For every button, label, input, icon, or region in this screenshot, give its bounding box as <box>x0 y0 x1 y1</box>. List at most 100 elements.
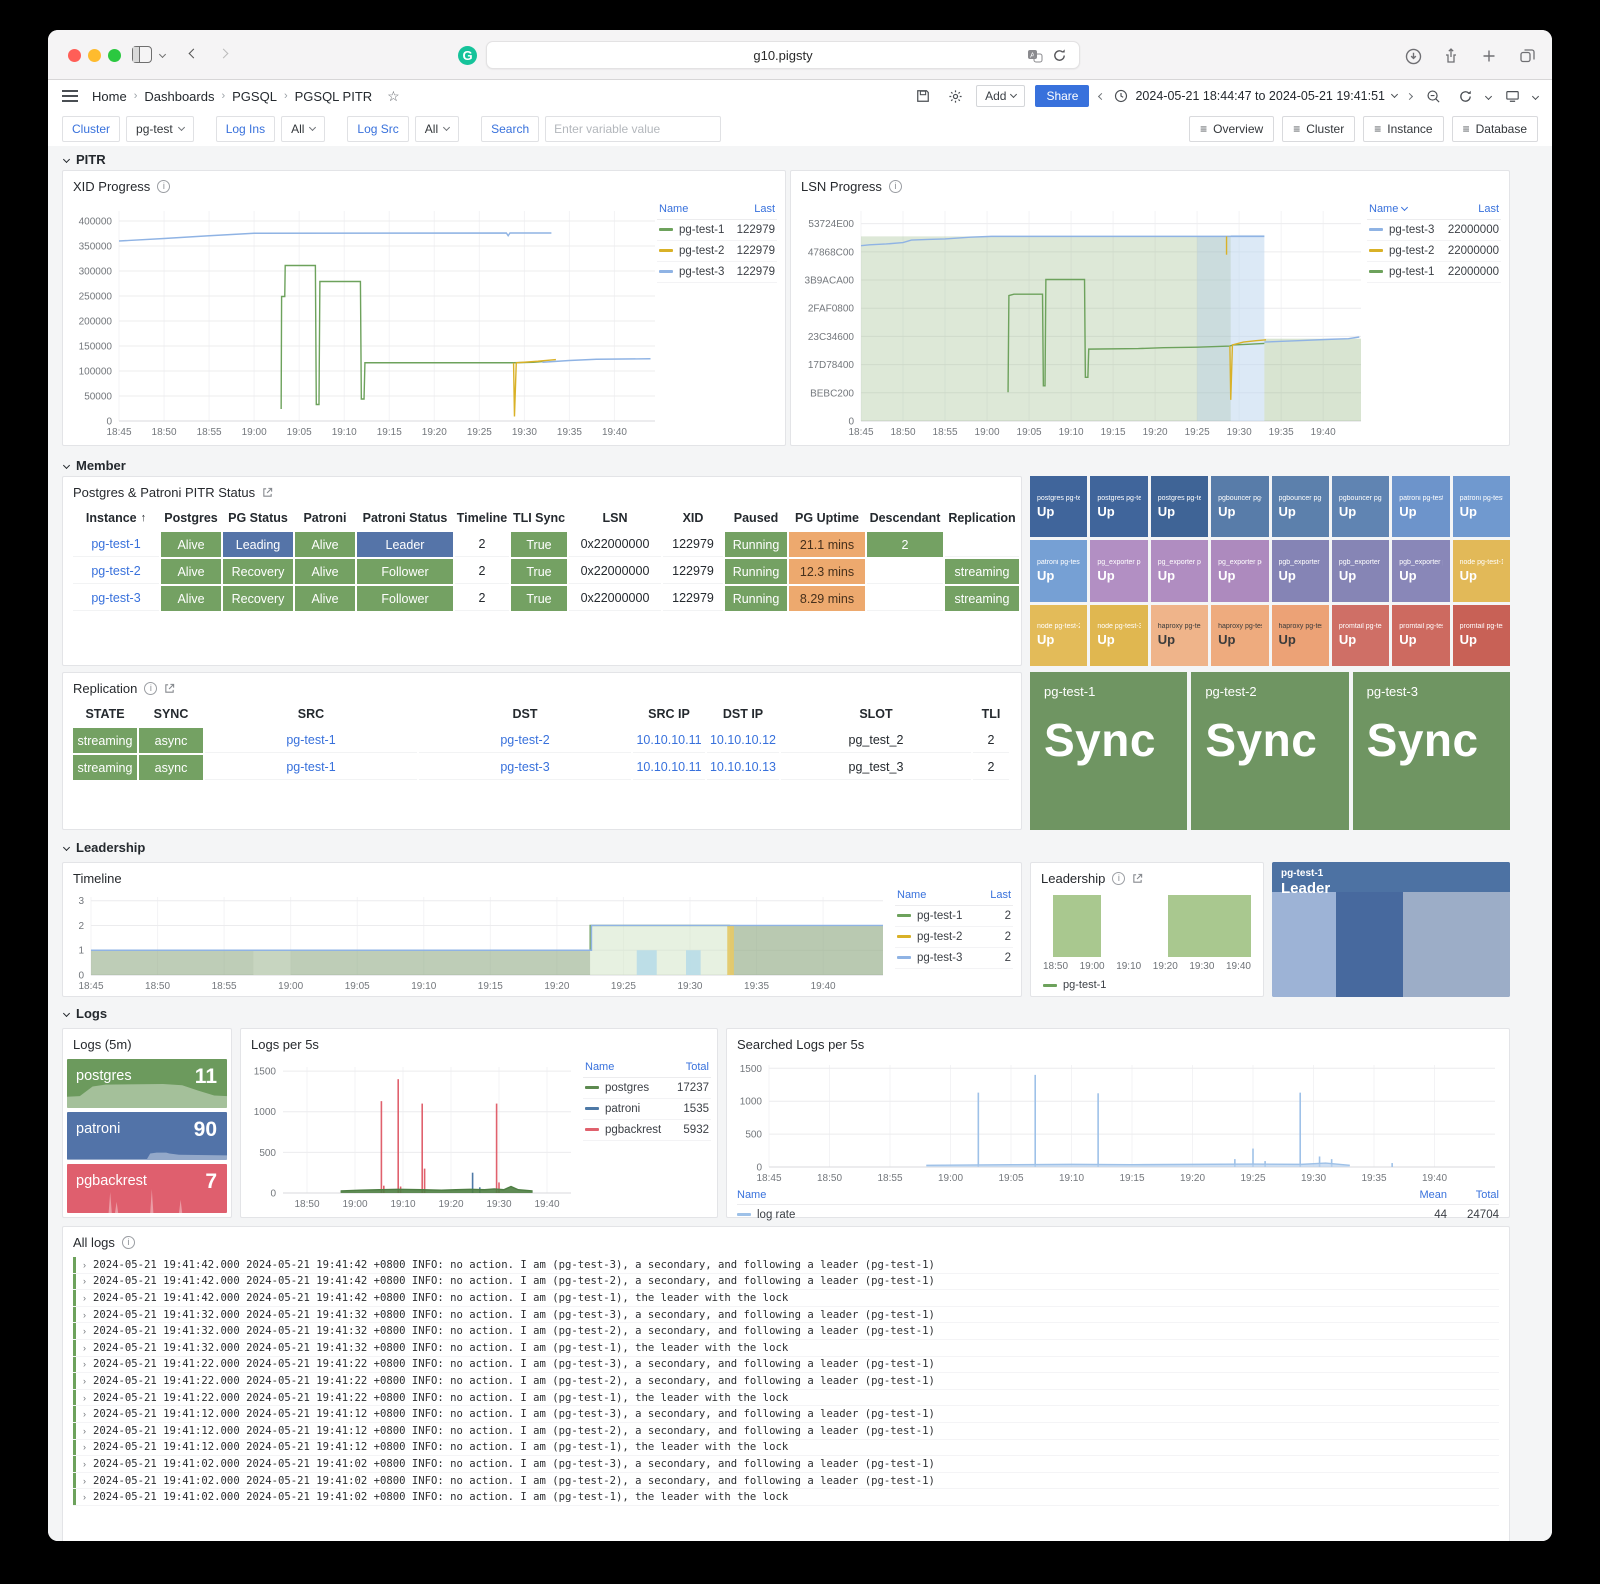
legend-row[interactable]: pg-test-2122979 <box>657 241 777 262</box>
sync-tile[interactable]: pg-test-1Sync <box>1030 672 1187 830</box>
status-tile[interactable]: patroni pg-test-1Up <box>1392 476 1449 537</box>
legend-row[interactable]: log rate 44 24704 <box>737 1204 1499 1221</box>
column-header[interactable]: SYNC <box>139 702 203 726</box>
legend-row[interactable]: pg-test-3122979 <box>657 262 777 283</box>
tv-mode-icon[interactable] <box>1501 85 1523 107</box>
grammarly-extension-icon[interactable]: G <box>458 46 477 65</box>
table-cell[interactable]: pg-test-1 <box>205 728 417 753</box>
tab-overview-icon[interactable] <box>1516 45 1538 67</box>
log-src-var-value[interactable]: All <box>415 116 459 142</box>
log-line[interactable]: ›2024-05-21 19:41:22.000 2024-05-21 19:4… <box>73 1357 1499 1374</box>
status-tile[interactable]: node pg-test-1Up <box>1453 540 1510 601</box>
info-icon[interactable]: i <box>889 180 902 193</box>
breadcrumb-home[interactable]: Home <box>92 89 127 104</box>
zoom-out-icon[interactable] <box>1422 85 1444 107</box>
refresh-interval-chevron-icon[interactable] <box>1485 92 1492 99</box>
status-tile[interactable]: promtail pg-test-1Up <box>1332 605 1389 666</box>
section-logs[interactable]: Logs <box>64 1006 107 1021</box>
legend-row[interactable]: pg-test-32 <box>895 948 1013 969</box>
time-back-icon[interactable] <box>1098 92 1105 99</box>
sidebar-chevron-icon[interactable] <box>159 51 166 58</box>
column-header[interactable]: Timeline <box>455 506 509 530</box>
status-tile[interactable]: promtail pg-test-2Up <box>1392 605 1449 666</box>
table-cell[interactable]: pg-test-2 <box>419 728 631 753</box>
log-src-var-label[interactable]: Log Src <box>347 116 408 142</box>
column-header[interactable]: STATE <box>73 702 137 726</box>
table-cell[interactable]: pg-test-2 <box>73 559 159 584</box>
table-cell[interactable]: 10.10.10.12 <box>707 728 779 753</box>
table-cell[interactable]: 10.10.10.13 <box>707 755 779 780</box>
column-header[interactable]: DST IP <box>707 702 779 726</box>
table-cell[interactable]: 10.10.10.11 <box>633 728 705 753</box>
log-line[interactable]: ›2024-05-21 19:41:42.000 2024-05-21 19:4… <box>73 1290 1499 1307</box>
column-header[interactable]: SRC <box>205 702 417 726</box>
table-cell[interactable]: 10.10.10.11 <box>633 755 705 780</box>
share-button[interactable]: Share <box>1035 85 1089 107</box>
status-tile[interactable]: pg_exporter pg-test-2Up <box>1151 540 1208 601</box>
column-header[interactable]: Replication <box>945 506 1019 530</box>
log-line[interactable]: ›2024-05-21 19:41:42.000 2024-05-21 19:4… <box>73 1257 1499 1274</box>
legend-row[interactable]: pg-test-12 <box>895 906 1013 927</box>
section-leadership[interactable]: Leadership <box>64 840 145 855</box>
stat-tile[interactable]: pgbackrest7 <box>67 1164 227 1213</box>
sidebar-toggle-icon[interactable] <box>132 46 152 63</box>
status-tile[interactable]: patroni pg-test-2Up <box>1453 476 1510 537</box>
sync-tile[interactable]: pg-test-2Sync <box>1191 672 1348 830</box>
search-input[interactable] <box>545 116 721 142</box>
reload-icon[interactable] <box>1052 48 1067 68</box>
legend-row[interactable]: pg-test-122000000 <box>1367 262 1501 283</box>
new-tab-icon[interactable] <box>1478 45 1500 67</box>
legend-row[interactable]: patroni1535 <box>583 1099 711 1120</box>
legend-row[interactable]: postgres17237 <box>583 1078 711 1099</box>
favorite-star-icon[interactable]: ☆ <box>387 88 400 105</box>
settings-gear-icon[interactable] <box>944 85 966 107</box>
address-bar[interactable]: g10.pigsty A <box>486 41 1080 69</box>
cluster-var-value[interactable]: pg-test <box>126 116 194 142</box>
status-tile[interactable]: pgbouncer pg-test-2Up <box>1272 476 1329 537</box>
column-header[interactable]: Postgres <box>161 506 221 530</box>
column-header[interactable]: DST <box>419 702 631 726</box>
link-instance[interactable]: ≡Instance <box>1363 116 1443 142</box>
info-icon[interactable]: i <box>1112 872 1125 885</box>
external-link-icon[interactable] <box>1132 873 1143 884</box>
status-tile[interactable]: postgres pg-test-3Up <box>1151 476 1208 537</box>
column-header[interactable]: PG Uptime <box>789 506 865 530</box>
status-tile[interactable]: patroni pg-test-3Up <box>1030 540 1087 601</box>
save-dashboard-icon[interactable] <box>912 85 934 107</box>
column-header[interactable]: Patroni Status <box>357 506 453 530</box>
column-header[interactable]: PG Status <box>223 506 293 530</box>
log-line[interactable]: ›2024-05-21 19:41:02.000 2024-05-21 19:4… <box>73 1473 1499 1490</box>
info-icon[interactable]: i <box>122 1236 135 1249</box>
legend-row[interactable]: pgbackrest5932 <box>583 1120 711 1141</box>
share-icon[interactable] <box>1440 45 1462 67</box>
sync-tile[interactable]: pg-test-3Sync <box>1353 672 1510 830</box>
link-database[interactable]: ≡Database <box>1452 116 1538 142</box>
stat-tile[interactable]: postgres11 <box>67 1059 227 1108</box>
zoom-window-button[interactable] <box>108 49 121 62</box>
column-header[interactable]: Descendant <box>867 506 943 530</box>
breadcrumb-pgsql[interactable]: PGSQL <box>232 89 277 104</box>
status-tile[interactable]: pgb_exporter pg-test-2Up <box>1332 540 1389 601</box>
log-line[interactable]: ›2024-05-21 19:41:12.000 2024-05-21 19:4… <box>73 1406 1499 1423</box>
status-tile[interactable]: node pg-test-2Up <box>1030 605 1087 666</box>
column-header[interactable]: LSN <box>569 506 661 530</box>
log-line[interactable]: ›2024-05-21 19:41:42.000 2024-05-21 19:4… <box>73 1274 1499 1291</box>
translate-icon[interactable]: A <box>1027 48 1043 69</box>
column-header[interactable]: TLI <box>973 702 1009 726</box>
log-line[interactable]: ›2024-05-21 19:41:22.000 2024-05-21 19:4… <box>73 1390 1499 1407</box>
menu-icon[interactable] <box>62 90 78 102</box>
breadcrumb-dashboards[interactable]: Dashboards <box>144 89 214 104</box>
table-cell[interactable]: pg-test-1 <box>205 755 417 780</box>
column-header[interactable]: Paused <box>725 506 787 530</box>
status-tile[interactable]: pgb_exporter pg-test-3Up <box>1392 540 1449 601</box>
log-ins-var-label[interactable]: Log Ins <box>216 116 275 142</box>
column-header[interactable]: SRC IP <box>633 702 705 726</box>
status-tile[interactable]: pgbouncer pg-test-3Up <box>1332 476 1389 537</box>
legend-row[interactable]: pg-test-322000000 <box>1367 220 1501 241</box>
table-cell[interactable]: pg-test-1 <box>73 532 159 557</box>
status-tile[interactable]: pg_exporter pg-test-1Up <box>1090 540 1147 601</box>
close-window-button[interactable] <box>68 49 81 62</box>
link-cluster[interactable]: ≡Cluster <box>1282 116 1355 142</box>
log-line[interactable]: ›2024-05-21 19:41:12.000 2024-05-21 19:4… <box>73 1423 1499 1440</box>
navbar-more-chevron-icon[interactable] <box>1532 92 1539 99</box>
